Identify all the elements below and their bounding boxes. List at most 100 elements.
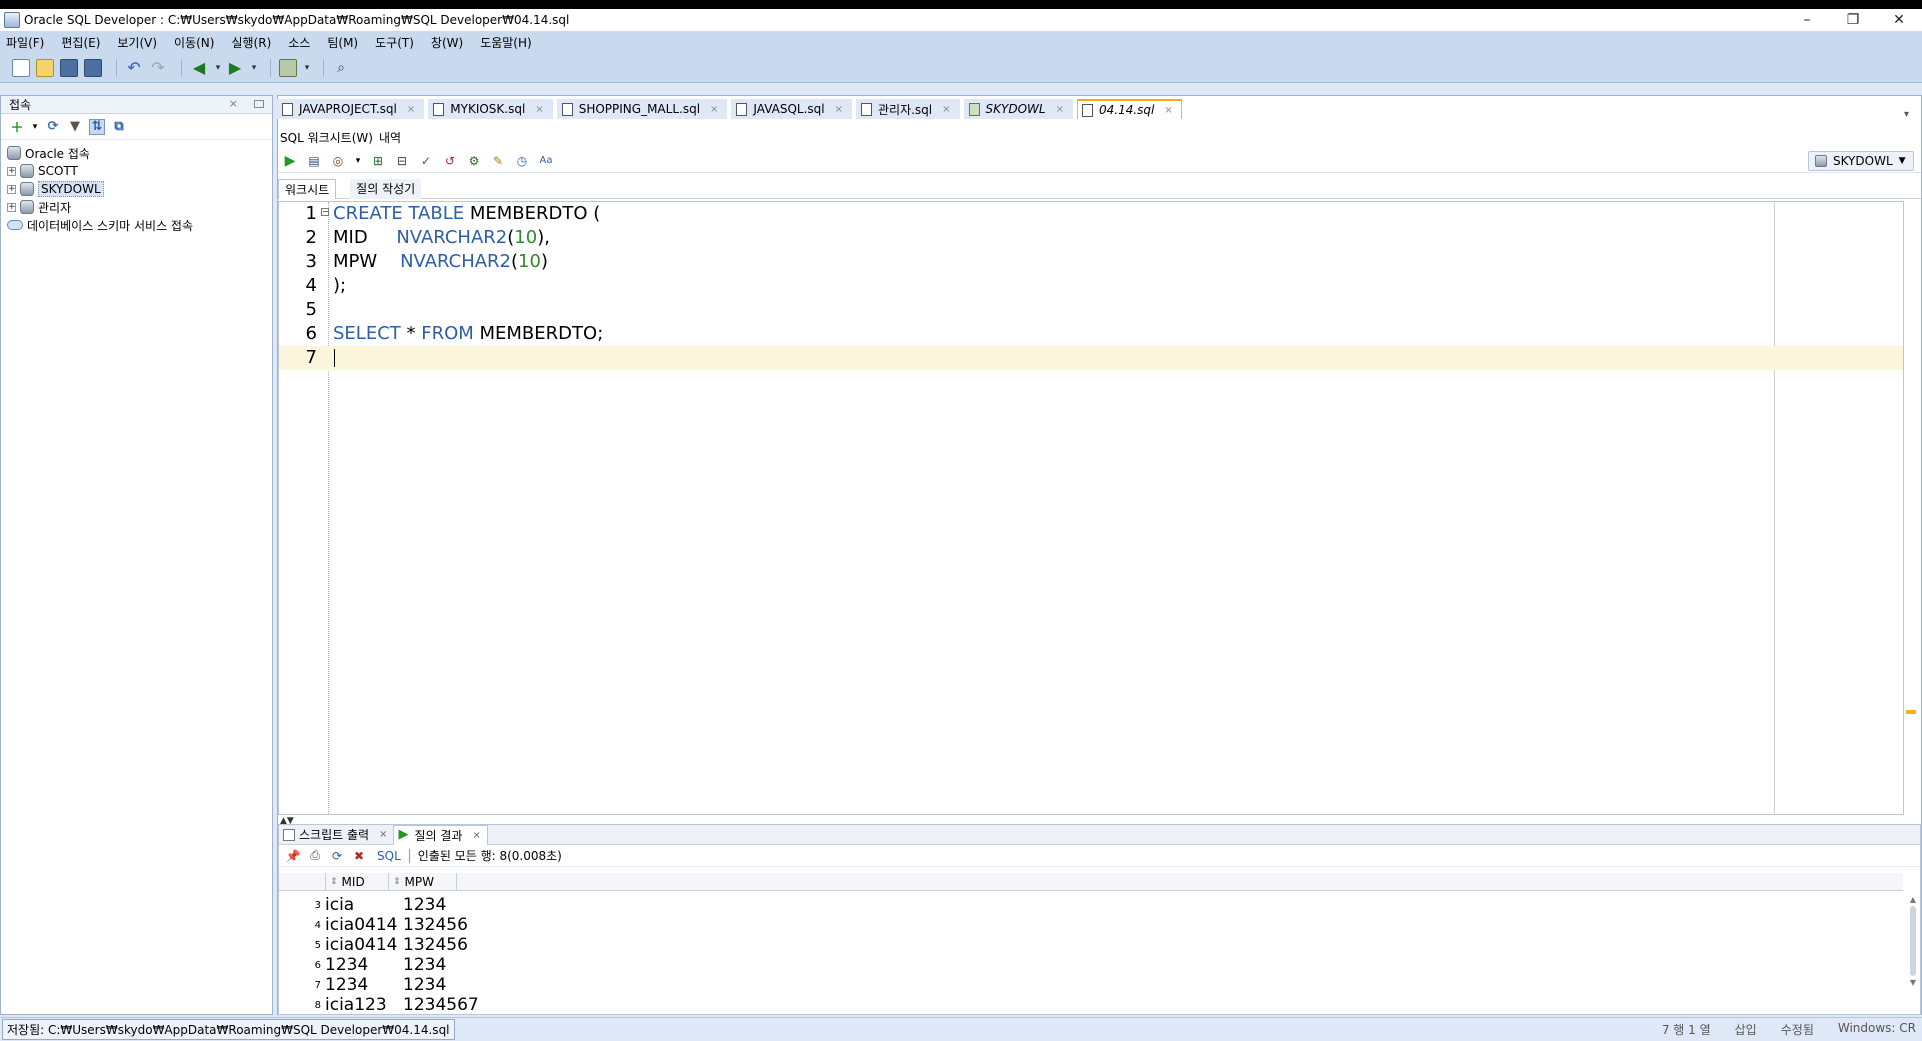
close-panel-icon[interactable]: × [229, 97, 238, 110]
tab-javaproject[interactable]: JAVAPROJECT.sql × [277, 99, 425, 119]
scroll-up-icon[interactable]: ▲ [1908, 895, 1918, 904]
menu-view[interactable]: 보기(V) [117, 34, 157, 51]
expand-icon[interactable]: + [7, 184, 16, 194]
cell-mpw[interactable]: 132456 [401, 915, 481, 935]
sql-history-icon[interactable]: ◷ [514, 153, 530, 169]
tree-item-scott[interactable]: + SCOTT [1, 162, 272, 180]
close-window-button[interactable]: ✕ [1876, 9, 1922, 31]
cell-mpw[interactable]: 132456 [401, 935, 481, 955]
close-tab-icon[interactable]: × [710, 104, 718, 115]
binoculars-icon[interactable]: ⌕ [332, 59, 350, 77]
menu-run[interactable]: 실행(R) [231, 34, 271, 51]
autotrace-dropdown-icon[interactable]: ▾ [354, 153, 362, 169]
tab-script-output[interactable]: 스크립트 출력 × [279, 825, 393, 845]
tree-item-cloud-service[interactable]: 데이터베이스 스키마 서비스 접속 [1, 216, 272, 234]
results-scrollbar[interactable]: ▲ ▼ [1908, 895, 1918, 1014]
tab-shopping-mall[interactable]: SHOPPING_MALL.sql × [556, 99, 728, 119]
tab-query-builder[interactable]: 질의 작성기 [350, 178, 422, 199]
menu-file[interactable]: 파일(F) [6, 34, 44, 51]
cell-mpw[interactable]: 1234567 [401, 995, 481, 1014]
fold-icon[interactable]: − [321, 208, 329, 216]
cell-mid[interactable]: icia0414 [323, 935, 401, 955]
save-all-icon[interactable] [84, 58, 102, 77]
menu-source[interactable]: 소스 [288, 34, 310, 51]
close-tab-icon[interactable]: × [835, 104, 843, 115]
insert-mode[interactable]: 삽입 [1735, 1021, 1757, 1038]
undo-icon[interactable]: ↶ [125, 58, 143, 77]
close-tab-icon[interactable]: × [379, 829, 387, 840]
menu-team[interactable]: 팀(M) [327, 34, 358, 51]
menu-help[interactable]: 도움말(H) [480, 34, 532, 51]
tab-history[interactable]: 내역 [379, 129, 401, 146]
forward-icon[interactable]: ▶ [226, 58, 244, 77]
refresh-icon[interactable]: ⟳ [45, 119, 61, 135]
tabs-list-dropdown-icon[interactable]: ▾ [1904, 109, 1916, 120]
tab-javasql[interactable]: JAVASQL.sql × [731, 99, 852, 119]
cell-mid[interactable]: icia123 [323, 995, 401, 1014]
format-icon[interactable]: Aa [538, 153, 554, 169]
autotrace-icon[interactable]: ◎ [330, 153, 346, 169]
overview-ruler-mark[interactable] [1906, 710, 1916, 714]
restore-button[interactable]: ❐ [1830, 9, 1876, 31]
delete-icon[interactable]: ✖ [351, 848, 367, 864]
expand-icon[interactable]: + [7, 202, 16, 212]
back-icon[interactable]: ◀ [190, 58, 208, 77]
filter-icon[interactable]: ▼ [67, 119, 83, 135]
sql-tuning-icon[interactable]: ⊟ [394, 153, 410, 169]
sql-editor[interactable]: 1 − CREATE TABLE MEMBERDTO ( 2 MID NVARC… [278, 201, 1904, 815]
back-dropdown-icon[interactable]: ▾ [214, 59, 222, 77]
commit-icon[interactable]: ✓ [418, 153, 434, 169]
forward-dropdown-icon[interactable]: ▾ [250, 59, 258, 77]
scroll-down-icon[interactable]: ▼ [1908, 978, 1918, 987]
add-dropdown-icon[interactable]: ▾ [31, 119, 39, 135]
expand-icon[interactable]: + [7, 166, 16, 176]
cell-mpw[interactable]: 1234 [401, 975, 481, 995]
menu-edit[interactable]: 편집(E) [61, 34, 100, 51]
db-connection-icon[interactable] [279, 58, 297, 77]
cell-mpw[interactable]: 1234 [401, 895, 481, 915]
tab-04-14[interactable]: 04.14.sql × [1076, 99, 1182, 119]
column-header-mpw[interactable]: ⇕ MPW [389, 873, 457, 891]
table-row[interactable]: 7 1234 1234 [279, 975, 481, 995]
tab-skydowl[interactable]: SKYDOWL × [963, 99, 1073, 119]
clear-icon[interactable]: ✎ [490, 153, 506, 169]
schema-browser-icon[interactable]: ⇅ [89, 118, 105, 135]
cell-mpw[interactable]: 1234 [401, 955, 481, 975]
table-row[interactable]: 3 icia 1234 [279, 895, 481, 915]
sql-link[interactable]: SQL [377, 849, 401, 863]
cell-mid[interactable]: icia0414 [323, 915, 401, 935]
table-row[interactable]: 5 icia0414 132456 [279, 935, 481, 955]
rollback-icon[interactable]: ↺ [442, 153, 458, 169]
close-tab-icon[interactable]: × [1056, 104, 1064, 115]
menu-navigate[interactable]: 이동(N) [174, 34, 214, 51]
tab-query-result[interactable]: ▶ 질의 결과 × [393, 824, 488, 845]
pin-icon[interactable]: 📌 [285, 848, 301, 864]
save-icon[interactable] [60, 58, 78, 77]
print-icon[interactable]: ⎙ [307, 848, 323, 864]
connection-selector[interactable]: SKYDOWL ▼ [1808, 151, 1914, 171]
table-row[interactable]: 4 icia0414 132456 [279, 915, 481, 935]
redo-icon[interactable]: ↷ [149, 58, 167, 77]
table-row[interactable]: 6 1234 1234 [279, 955, 481, 975]
tab-worksheet[interactable]: 워크시트 [278, 178, 337, 199]
open-folder-icon[interactable] [36, 58, 54, 77]
run-statement-icon[interactable]: ▶ [282, 153, 298, 169]
tree-item-skydowl[interactable]: + SKYDOWL [1, 180, 272, 198]
tab-mykiosk[interactable]: MYKIOSK.sql × [428, 99, 553, 119]
collapse-all-icon[interactable]: ⧉ [111, 119, 127, 135]
db-connection-dropdown-icon[interactable]: ▾ [303, 59, 311, 77]
close-tab-icon[interactable]: × [942, 104, 950, 115]
close-tab-icon[interactable]: × [1164, 105, 1172, 116]
unshared-sql-icon[interactable]: ⚙ [466, 153, 482, 169]
tab-admin[interactable]: 관리자.sql × [856, 99, 960, 119]
tree-item-oracle-connections[interactable]: Oracle 접속 [1, 144, 272, 162]
scroll-thumb[interactable] [1910, 906, 1916, 976]
explain-plan-icon[interactable]: ⊞ [370, 153, 386, 169]
close-tab-icon[interactable]: × [472, 830, 480, 841]
result-grid[interactable]: ⇕ MID ⇕ MPW 3 icia 1234 4 icia0414 132456 … [279, 873, 1903, 1014]
cell-mid[interactable]: icia [323, 895, 401, 915]
cell-mid[interactable]: 1234 [323, 955, 401, 975]
refresh-icon[interactable]: ⟳ [329, 848, 345, 864]
menu-window[interactable]: 창(W) [431, 34, 463, 51]
add-connection-icon[interactable]: ＋ [9, 119, 25, 136]
